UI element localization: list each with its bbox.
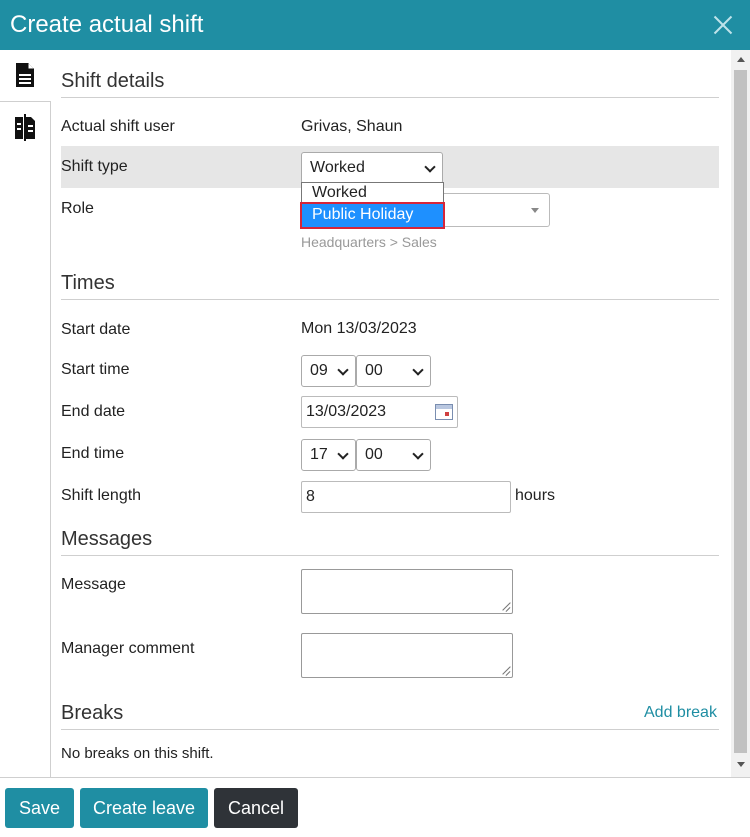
- close-icon[interactable]: [710, 12, 736, 38]
- documents-compare-icon[interactable]: [14, 113, 36, 141]
- actual-shift-user-label: Actual shift user: [61, 118, 175, 135]
- shift-type-selected: Worked: [310, 159, 365, 176]
- chevron-down-icon: [424, 161, 436, 173]
- start-hour-value: 09: [310, 362, 328, 379]
- shift-length-unit: hours: [515, 487, 556, 504]
- shift-type-options: Worked Public Holiday: [300, 182, 445, 229]
- create-leave-button[interactable]: Create leave: [80, 788, 208, 828]
- scrollbar[interactable]: [731, 50, 750, 777]
- start-minute-value: 00: [365, 362, 383, 379]
- end-minute-select[interactable]: 00: [356, 439, 431, 471]
- resize-grip-icon[interactable]: [501, 666, 510, 675]
- end-date-label: End date: [61, 403, 126, 420]
- shift-type-select[interactable]: Worked: [301, 152, 443, 184]
- chevron-down-icon: [412, 364, 424, 376]
- resize-grip-icon[interactable]: [501, 602, 510, 611]
- actual-shift-user-value: Grivas, Shaun: [301, 118, 403, 135]
- chevron-down-icon: [337, 448, 349, 460]
- start-time-label: Start time: [61, 361, 130, 378]
- scrollbar-thumb[interactable]: [734, 70, 747, 753]
- dialog-content: Shift details Actual shift user Grivas, …: [51, 50, 731, 777]
- role-label: Role: [61, 200, 94, 217]
- end-hour-select[interactable]: 17: [301, 439, 356, 471]
- cancel-button[interactable]: Cancel: [214, 788, 298, 828]
- end-hour-value: 17: [310, 446, 328, 463]
- no-breaks-text: No breaks on this shift.: [61, 745, 214, 762]
- message-textarea[interactable]: [301, 569, 513, 614]
- dialog-footer: Save Create leave Cancel: [0, 777, 750, 837]
- scroll-up-icon[interactable]: [737, 57, 745, 62]
- shift-length-input[interactable]: 8: [301, 481, 511, 513]
- save-button[interactable]: Save: [5, 788, 74, 828]
- dialog-title: Create actual shift: [10, 11, 204, 38]
- start-date-label: Start date: [61, 321, 131, 338]
- shift-type-label: Shift type: [61, 158, 128, 175]
- role-hint: Headquarters > Sales: [301, 234, 437, 250]
- section-shift-details: Shift details: [61, 70, 719, 98]
- calendar-icon[interactable]: [435, 404, 453, 420]
- section-breaks: Breaks: [61, 702, 719, 730]
- option-public-holiday[interactable]: Public Holiday: [300, 202, 445, 229]
- add-break-link[interactable]: Add break: [644, 704, 717, 722]
- document-icon[interactable]: [14, 62, 36, 88]
- scroll-down-icon[interactable]: [737, 762, 745, 767]
- option-worked[interactable]: Worked: [302, 183, 443, 204]
- section-messages: Messages: [61, 528, 719, 556]
- dropdown-arrow-icon: [531, 208, 539, 213]
- end-date-value: 13/03/2023: [306, 403, 387, 420]
- shift-length-label: Shift length: [61, 487, 142, 504]
- chevron-down-icon: [412, 448, 424, 460]
- start-minute-select[interactable]: 00: [356, 355, 431, 387]
- shift-length-value: 8: [306, 488, 315, 505]
- manager-comment-textarea[interactable]: [301, 633, 513, 678]
- message-label: Message: [61, 576, 126, 593]
- end-date-input[interactable]: 13/03/2023: [301, 396, 458, 428]
- section-times: Times: [61, 272, 719, 300]
- dialog-titlebar: Create actual shift: [0, 0, 750, 50]
- start-hour-select[interactable]: 09: [301, 355, 356, 387]
- start-date-value: Mon 13/03/2023: [301, 320, 417, 337]
- end-minute-value: 00: [365, 446, 383, 463]
- role-select[interactable]: [443, 193, 550, 227]
- end-time-label: End time: [61, 445, 125, 462]
- side-tabs: [0, 50, 51, 777]
- chevron-down-icon: [337, 364, 349, 376]
- manager-comment-label: Manager comment: [61, 640, 195, 657]
